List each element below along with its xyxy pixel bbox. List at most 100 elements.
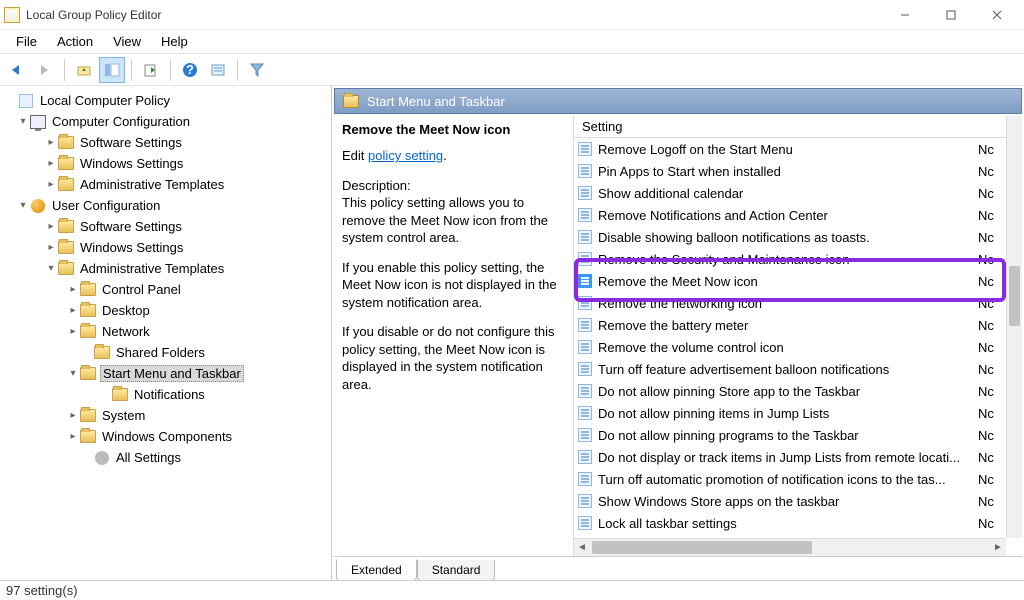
tree-user-config[interactable]: ▾User Configuration — [4, 195, 331, 216]
setting-row[interactable]: Remove Logoff on the Start MenuNc — [574, 138, 1006, 160]
filter-button[interactable] — [244, 57, 270, 83]
tree-start-menu-taskbar[interactable]: ▾Start Menu and Taskbar — [4, 363, 331, 384]
policy-icon — [578, 450, 592, 464]
menu-view[interactable]: View — [103, 31, 151, 52]
setting-state: Nc — [978, 318, 1002, 333]
tree-all-settings[interactable]: All Settings — [4, 447, 331, 468]
setting-row[interactable]: Do not display or track items in Jump Li… — [574, 446, 1006, 468]
setting-label: Do not allow pinning programs to the Tas… — [598, 428, 972, 443]
tree-item[interactable]: ▸Desktop — [4, 300, 331, 321]
horizontal-scrollbar[interactable]: ◄ ► — [574, 538, 1006, 556]
setting-row[interactable]: Lock all taskbar settingsNc — [574, 512, 1006, 534]
setting-state: Nc — [978, 406, 1002, 421]
tree-item[interactable]: ▸Administrative Templates — [4, 174, 331, 195]
tree-item[interactable]: ▸Windows Components — [4, 426, 331, 447]
setting-row[interactable]: Do not allow pinning items in Jump Lists… — [574, 402, 1006, 424]
up-button[interactable] — [71, 57, 97, 83]
tree-pane[interactable]: Local Computer Policy ▾Computer Configur… — [0, 86, 332, 580]
setting-row[interactable]: Turn off automatic promotion of notifica… — [574, 468, 1006, 490]
tree-item[interactable]: Shared Folders — [4, 342, 331, 363]
setting-label: Do not allow pinning items in Jump Lists — [598, 406, 972, 421]
setting-label: Show additional calendar — [598, 186, 972, 201]
show-hide-tree-button[interactable] — [99, 57, 125, 83]
setting-row[interactable]: Remove Notifications and Action CenterNc — [574, 204, 1006, 226]
svg-text:?: ? — [186, 62, 194, 77]
policy-icon — [578, 318, 592, 332]
minimize-button[interactable] — [882, 1, 928, 29]
edit-line: Edit policy setting. — [342, 147, 565, 165]
tree-item[interactable]: ▸Network — [4, 321, 331, 342]
setting-row[interactable]: Turn off feature advertisement balloon n… — [574, 358, 1006, 380]
setting-row[interactable]: Do not allow pinning Store app to the Ta… — [574, 380, 1006, 402]
tree-item[interactable]: Notifications — [4, 384, 331, 405]
forward-button[interactable] — [32, 57, 58, 83]
tree-item[interactable]: ▸Windows Settings — [4, 237, 331, 258]
tree-item[interactable]: ▸System — [4, 405, 331, 426]
tree-item[interactable]: ▸Software Settings — [4, 216, 331, 237]
setting-state: Nc — [978, 164, 1002, 179]
maximize-button[interactable] — [928, 1, 974, 29]
policy-icon — [578, 340, 592, 354]
list-header[interactable]: Setting — [574, 116, 1022, 138]
vertical-scrollbar[interactable] — [1006, 116, 1022, 538]
setting-state: Nc — [978, 340, 1002, 355]
setting-row[interactable]: Do not allow pinning programs to the Tas… — [574, 424, 1006, 446]
status-bar: 97 setting(s) — [0, 580, 1024, 600]
setting-row[interactable]: Remove the Security and Maintenance icon… — [574, 248, 1006, 270]
title-bar: Local Group Policy Editor — [0, 0, 1024, 30]
section-title: Start Menu and Taskbar — [367, 94, 505, 109]
setting-row[interactable]: Remove the Meet Now iconNc — [574, 270, 1006, 292]
policy-icon — [578, 472, 592, 486]
setting-row[interactable]: Disable showing balloon notifications as… — [574, 226, 1006, 248]
menu-help[interactable]: Help — [151, 31, 198, 52]
policy-heading: Remove the Meet Now icon — [342, 122, 565, 137]
tree-root[interactable]: Local Computer Policy — [4, 90, 331, 111]
setting-row[interactable]: Show additional calendarNc — [574, 182, 1006, 204]
setting-label: Do not allow pinning Store app to the Ta… — [598, 384, 972, 399]
properties-button[interactable] — [205, 57, 231, 83]
setting-state: Nc — [978, 252, 1002, 267]
menu-file[interactable]: File — [6, 31, 47, 52]
close-button[interactable] — [974, 1, 1020, 29]
setting-label: Remove the Security and Maintenance icon — [598, 252, 972, 267]
scroll-right-icon[interactable]: ► — [990, 539, 1006, 556]
setting-row[interactable]: Pin Apps to Start when installedNc — [574, 160, 1006, 182]
tree-item[interactable]: ▸Control Panel — [4, 279, 331, 300]
tree-computer-config[interactable]: ▾Computer Configuration — [4, 111, 331, 132]
export-button[interactable] — [138, 57, 164, 83]
column-setting[interactable]: Setting — [578, 119, 958, 134]
tree-admin-templates[interactable]: ▾Administrative Templates — [4, 258, 331, 279]
menu-action[interactable]: Action — [47, 31, 103, 52]
section-header: Start Menu and Taskbar — [334, 88, 1022, 114]
tree-item[interactable]: ▸Windows Settings — [4, 153, 331, 174]
scroll-thumb[interactable] — [592, 541, 812, 554]
tab-standard[interactable]: Standard — [417, 560, 496, 580]
folder-icon — [343, 95, 359, 108]
setting-label: Do not display or track items in Jump Li… — [598, 450, 972, 465]
scroll-left-icon[interactable]: ◄ — [574, 539, 590, 556]
policy-icon — [578, 274, 592, 288]
setting-state: Nc — [978, 516, 1002, 531]
scroll-thumb[interactable] — [1009, 266, 1020, 326]
setting-row[interactable]: Remove the networking iconNc — [574, 292, 1006, 314]
setting-row[interactable]: Remove the battery meterNc — [574, 314, 1006, 336]
list-body[interactable]: Remove Logoff on the Start MenuNcPin App… — [574, 138, 1006, 538]
policy-icon — [578, 428, 592, 442]
policy-icon — [578, 494, 592, 508]
setting-label: Show Windows Store apps on the taskbar — [598, 494, 972, 509]
setting-state: Nc — [978, 274, 1002, 289]
help-button[interactable]: ? — [177, 57, 203, 83]
policy-icon — [578, 252, 592, 266]
policy-icon — [578, 516, 592, 530]
policy-setting-link[interactable]: policy setting — [368, 148, 443, 163]
setting-state: Nc — [978, 450, 1002, 465]
tab-extended[interactable]: Extended — [336, 559, 417, 580]
window-controls — [882, 1, 1020, 29]
description-text: This policy setting allows you to remove… — [342, 194, 565, 247]
app-icon — [4, 7, 20, 23]
setting-row[interactable]: Remove the volume control iconNc — [574, 336, 1006, 358]
tree-item[interactable]: ▸Software Settings — [4, 132, 331, 153]
description-label: Description: — [342, 177, 565, 195]
setting-row[interactable]: Show Windows Store apps on the taskbarNc — [574, 490, 1006, 512]
back-button[interactable] — [4, 57, 30, 83]
